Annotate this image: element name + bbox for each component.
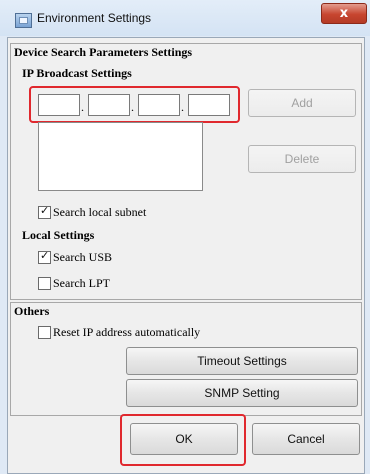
device-search-title: Device Search Parameters Settings	[14, 45, 193, 59]
title-bar: Environment Settings x	[0, 0, 370, 36]
ip-input-highlight	[29, 86, 240, 123]
dialog-body: Device Search Parameters Settings IP Bro…	[7, 37, 365, 474]
close-button[interactable]: x	[321, 3, 367, 24]
local-settings-title: Local Settings	[22, 228, 95, 242]
ok-button-highlight	[120, 414, 246, 466]
search-local-subnet-checkbox[interactable]: ✓	[38, 204, 51, 219]
search-usb-label: Search USB	[53, 250, 112, 264]
others-title: Others	[14, 304, 50, 318]
reset-ip-checkbox[interactable]	[38, 326, 51, 339]
snmp-setting-button[interactable]: SNMP Setting	[126, 379, 358, 407]
window-title: Environment Settings	[37, 11, 152, 25]
search-lpt-checkbox[interactable]	[38, 277, 51, 290]
search-usb-checkbox[interactable]: ✓	[38, 249, 51, 264]
ip-broadcast-title: IP Broadcast Settings	[22, 66, 132, 80]
app-settings-icon	[15, 13, 32, 28]
search-lpt-label: Search LPT	[53, 276, 110, 290]
check-icon: ✓	[40, 204, 50, 217]
ip-address-list[interactable]	[38, 122, 203, 191]
search-local-subnet-label: Search local subnet	[53, 205, 147, 219]
timeout-settings-button[interactable]: Timeout Settings	[126, 347, 358, 375]
check-icon: ✓	[40, 249, 50, 262]
add-button[interactable]: Add	[248, 89, 356, 117]
reset-ip-label: Reset IP address automatically	[53, 325, 201, 339]
cancel-button[interactable]: Cancel	[252, 423, 360, 455]
delete-button[interactable]: Delete	[248, 145, 356, 173]
